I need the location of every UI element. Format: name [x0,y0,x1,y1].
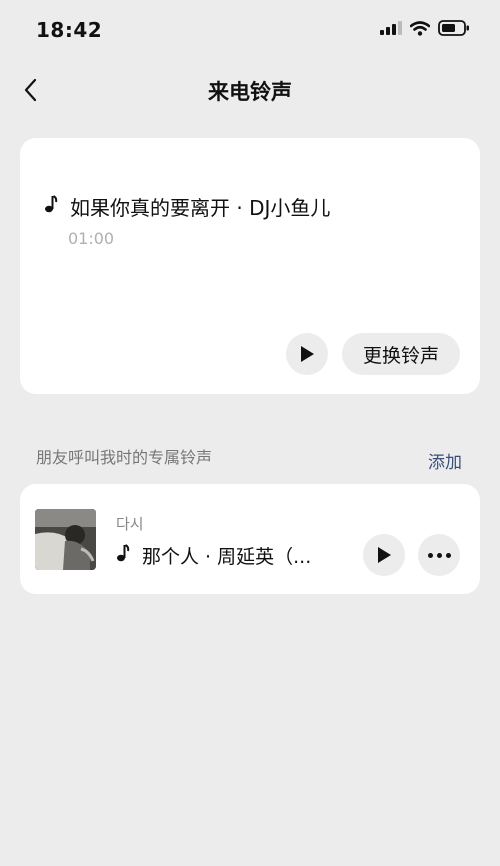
navigation-bar: 来电铃声 [0,68,500,112]
status-time: 18:42 [36,18,103,42]
music-note-icon [44,195,60,218]
album-art [35,509,96,570]
current-song-row: 如果你真的要离开 · DJ小鱼儿 [44,192,330,221]
friend-play-button[interactable] [363,534,405,576]
song-duration: 01:00 [68,229,115,248]
play-button[interactable] [286,333,328,375]
friend-song-row: 那个人 · 周延英（... [116,542,316,569]
play-icon [378,547,391,563]
more-icon [427,552,451,558]
battery-icon [438,20,469,36]
wifi-icon [410,20,430,36]
status-icons [380,20,470,36]
music-note-icon [116,544,132,567]
signal-icon [380,21,402,35]
play-icon [301,346,314,362]
current-song-title: 如果你真的要离开 · DJ小鱼儿 [70,196,331,220]
status-bar: 18:42 [0,0,500,60]
friend-ringtone-card[interactable]: 다시 那个人 · 周延英（... [20,484,480,594]
more-button[interactable] [418,534,460,576]
page-title: 来电铃声 [208,80,292,104]
friend-song-title: 那个人 · 周延英（... [142,546,312,568]
contact-name: 다시 [116,515,144,533]
add-button[interactable]: 添加 [428,448,462,473]
change-ringtone-button[interactable]: 更换铃声 [342,333,460,375]
current-ringtone-card: 如果你真的要离开 · DJ小鱼儿 01:00 更换铃声 [20,138,480,394]
section-label: 朋友呼叫我时的专属铃声 [36,448,213,467]
